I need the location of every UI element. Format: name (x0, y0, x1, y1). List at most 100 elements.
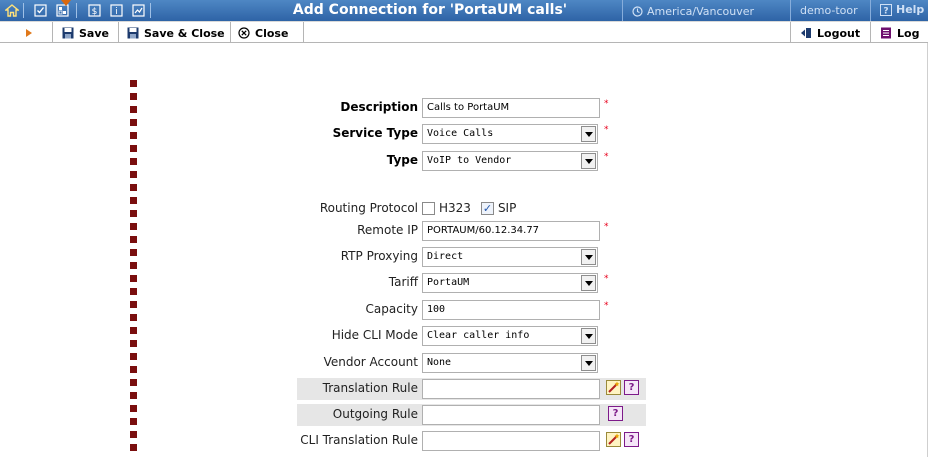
svg-text:?: ? (883, 6, 888, 16)
help-label: Help (896, 3, 925, 16)
routing-protocol-row: Routing Protocol H323 ✓ SIP (0, 198, 928, 220)
chevron-down-icon[interactable] (581, 328, 596, 344)
save-close-label: Save & Close (144, 26, 225, 40)
required-marker: * (604, 222, 609, 232)
header-divider (870, 0, 871, 21)
magic-wand-icon[interactable] (606, 432, 621, 447)
user-name[interactable]: demo-toor (800, 4, 858, 17)
sip-checkbox[interactable]: ✓ (480, 201, 494, 215)
routing-protocol-label: Routing Protocol (319, 201, 418, 215)
toolbar-divider (52, 22, 53, 43)
save-label: Save (79, 26, 109, 40)
close-button[interactable]: Close (238, 24, 288, 42)
remote-ip-label: Remote IP (357, 223, 418, 237)
timezone-link[interactable]: America/Vancouver (632, 4, 754, 18)
service-type-row: Service Type Voice Calls * (0, 123, 928, 145)
description-row: Description Calls to PortaUM * (0, 97, 928, 119)
chevron-down-icon[interactable] (581, 355, 596, 371)
play-icon (26, 29, 32, 37)
type-value: VoIP to Vendor (427, 155, 512, 166)
top-navigation-bar: $ i Add Connection for 'PortaUM calls' A… (0, 0, 928, 21)
floppy-disk-icon (62, 27, 74, 39)
close-label: Close (255, 26, 289, 40)
help-link[interactable]: ? Help (880, 3, 924, 16)
capacity-row: Capacity 100 * (0, 299, 928, 321)
help-question-icon[interactable]: ? (624, 432, 639, 447)
toolbar-divider (790, 22, 791, 43)
tariff-select[interactable]: PortaUM (422, 273, 598, 293)
sip-label: SIP (497, 201, 517, 215)
vendor-account-select[interactable]: None (422, 353, 598, 373)
magic-wand-icon[interactable] (606, 380, 621, 395)
rtp-proxying-value: Direct (427, 251, 464, 262)
type-label: Type (386, 153, 418, 167)
log-icon (881, 27, 891, 39)
logout-button[interactable]: Logout (800, 24, 860, 42)
current-section-marker (56, 0, 76, 6)
header-divider (622, 0, 623, 21)
capacity-label: Capacity (365, 302, 418, 316)
rtp-proxying-select[interactable]: Direct (422, 247, 598, 267)
home-icon[interactable] (3, 2, 20, 18)
type-select[interactable]: VoIP to Vendor (422, 151, 598, 171)
chevron-down-icon[interactable] (581, 275, 596, 291)
capacity-input[interactable]: 100 (422, 300, 600, 320)
close-icon (238, 27, 250, 39)
toolbar-arrow (26, 24, 32, 42)
help-question-icon[interactable]: ? (608, 406, 623, 421)
log-button[interactable]: Log (880, 24, 919, 42)
description-label: Description (340, 100, 418, 114)
rtp-proxying-label: RTP Proxying (340, 249, 418, 263)
outgoing-rule-input[interactable] (422, 405, 600, 425)
chart-icon[interactable] (130, 2, 147, 18)
service-type-select[interactable]: Voice Calls (422, 124, 598, 144)
info-icon[interactable]: i (108, 2, 125, 18)
toolbar-divider (303, 22, 304, 43)
toolbar-divider (118, 22, 119, 43)
required-marker: * (604, 125, 609, 135)
required-marker: * (604, 274, 609, 284)
hide-cli-mode-select[interactable]: Clear caller info (422, 326, 598, 346)
translation-rule-input[interactable] (422, 379, 600, 399)
toolbar-divider (230, 22, 231, 43)
description-input[interactable]: Calls to PortaUM (422, 98, 600, 118)
remote-ip-row: Remote IP PORTAUM/60.12.34.77 * (0, 220, 928, 242)
timezone-label: America/Vancouver (647, 4, 755, 18)
vendor-account-label: Vendor Account (323, 355, 418, 369)
tariff-value: PortaUM (427, 277, 470, 288)
action-toolbar: Save Save & Close Close Logout Log (0, 21, 928, 43)
checkmark-icon: ✓ (482, 201, 493, 215)
required-marker: * (604, 152, 609, 162)
nav-divider (23, 3, 24, 18)
header-divider (790, 0, 791, 21)
checkbox-icon[interactable] (32, 2, 49, 18)
remote-ip-input[interactable]: PORTAUM/60.12.34.77 (422, 221, 600, 241)
required-marker: * (604, 99, 609, 109)
routing-protocol-options: H323 ✓ SIP (422, 201, 516, 215)
chevron-down-icon[interactable] (581, 249, 596, 265)
save-button[interactable]: Save (62, 24, 109, 42)
cli-translation-rule-input[interactable] (422, 431, 600, 451)
h323-checkbox[interactable] (422, 201, 435, 215)
nav-divider (76, 3, 77, 18)
hide-cli-mode-label: Hide CLI Mode (331, 328, 418, 342)
service-type-value: Voice Calls (427, 128, 494, 139)
save-close-button[interactable]: Save & Close (127, 24, 225, 42)
chevron-down-icon[interactable] (581, 126, 596, 142)
logout-label: Logout (817, 26, 861, 40)
chevron-down-icon[interactable] (581, 153, 596, 169)
page-title: Add Connection for 'PortaUM calls' (292, 2, 568, 18)
clock-icon (632, 5, 643, 17)
service-type-label: Service Type (332, 126, 418, 140)
dollar-icon[interactable]: $ (86, 2, 103, 18)
nav-divider (150, 3, 151, 18)
type-row: Type VoIP to Vendor * (0, 150, 928, 172)
tariff-row: Tariff PortaUM * (0, 272, 928, 294)
vendor-account-value: None (427, 357, 452, 368)
floppy-disk-icon (127, 27, 139, 39)
svg-text:$: $ (92, 7, 98, 17)
hide-cli-mode-row: Hide CLI Mode Clear caller info (0, 325, 928, 347)
required-marker: * (604, 301, 609, 311)
help-question-icon[interactable]: ? (624, 380, 639, 395)
rtp-proxying-row: RTP Proxying Direct (0, 246, 928, 268)
